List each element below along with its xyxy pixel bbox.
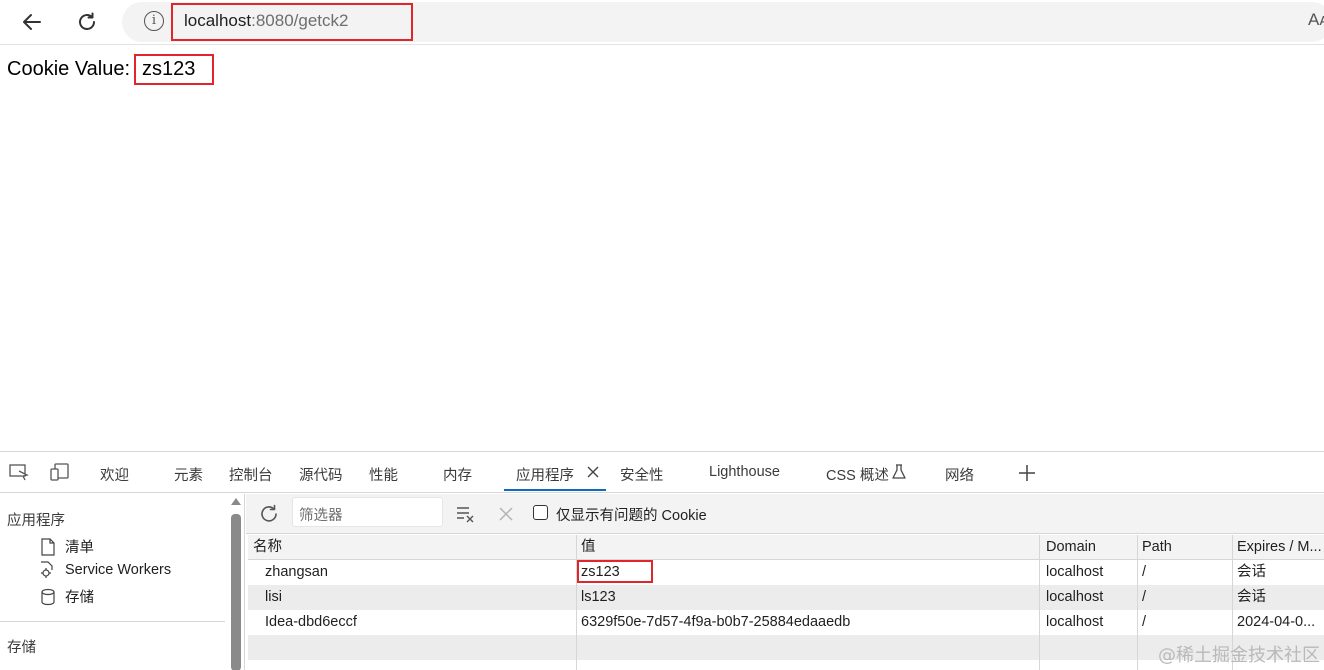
reload-button[interactable] <box>72 7 102 37</box>
reload-icon <box>79 12 95 30</box>
back-button[interactable] <box>17 7 47 37</box>
column-header-value[interactable]: 值 <box>576 535 1039 560</box>
delete-selected-icon[interactable] <box>497 505 515 523</box>
inspect-element-icon[interactable] <box>9 463 29 481</box>
devtools-tabbar: 欢迎 元素 控制台 源代码 性能 内存 应用程序 安全性 Lighthouse … <box>0 452 1324 493</box>
cookie-domain-cell: localhost <box>1046 564 1104 580</box>
cookie-path-cell: / <box>1142 589 1147 605</box>
column-divider[interactable] <box>1039 535 1040 670</box>
plus-icon[interactable] <box>1017 463 1037 483</box>
tab-welcome[interactable]: 欢迎 <box>100 464 129 485</box>
cookie-domain-cell: localhost <box>1046 589 1104 605</box>
sidebar-item-manifest[interactable]: 清单 <box>38 536 94 557</box>
column-header-domain[interactable]: Domain <box>1041 535 1137 560</box>
tab-performance[interactable]: 性能 <box>369 464 398 485</box>
refresh-icon[interactable] <box>258 503 280 525</box>
cookie-value-cell: ls123 <box>581 589 616 605</box>
column-divider[interactable] <box>1137 535 1138 670</box>
cookie-name-cell: zhangsan <box>265 564 328 580</box>
filter-input[interactable]: 筛选器 <box>292 497 443 527</box>
application-sidebar: 应用程序 清单 Service Workers 存储 存储 <box>0 494 245 670</box>
cookie-name-cell: Idea-dbd6eccf <box>265 614 357 630</box>
device-emulation-icon[interactable] <box>50 463 70 481</box>
table-header-row: 名称 值 Domain Path Expires / M... <box>248 535 1324 560</box>
tab-memory[interactable]: 内存 <box>443 464 472 485</box>
database-icon <box>38 588 58 606</box>
tab-network[interactable]: 网络 <box>945 464 974 485</box>
only-issues-label[interactable]: 仅显示有问题的 Cookie <box>556 504 707 525</box>
browser-toolbar: i localhost:8080/getck2 Aᴀ <box>0 0 1324 45</box>
tab-console[interactable]: 控制台 <box>229 464 273 485</box>
cookie-value-highlight-box <box>134 54 214 85</box>
document-icon <box>38 537 58 556</box>
devtools-panel: 欢迎 元素 控制台 源代码 性能 内存 应用程序 安全性 Lighthouse … <box>0 451 1324 670</box>
sidebar-item-storage[interactable]: 存储 <box>38 586 94 607</box>
table-row[interactable]: lisi ls123 localhost / 会话 <box>248 585 1324 610</box>
clear-filtered-icon[interactable] <box>455 503 477 525</box>
cookie-expires-cell: 2024-04-0... <box>1237 614 1316 630</box>
url-highlight-box <box>171 3 413 41</box>
cookie-name-cell: lisi <box>265 589 282 605</box>
experimental-flask-icon <box>892 464 906 479</box>
tab-sources[interactable]: 源代码 <box>299 464 343 485</box>
cookie-expires-cell: 会话 <box>1237 564 1266 580</box>
cookie-path-cell: / <box>1142 614 1147 630</box>
cookie-domain-cell: localhost <box>1046 614 1104 630</box>
only-issues-checkbox[interactable] <box>533 505 548 520</box>
sidebar-heading-application: 应用程序 <box>7 513 65 529</box>
tab-css-overview[interactable]: CSS 概述 <box>826 464 889 485</box>
column-header-path[interactable]: Path <box>1137 535 1232 560</box>
column-divider[interactable] <box>576 535 577 670</box>
site-info-icon[interactable]: i <box>144 11 164 31</box>
read-aloud-icon[interactable]: Aᴀ <box>1308 10 1324 30</box>
sidebar-item-label: 清单 <box>65 540 94 556</box>
watermark: @稀土掘金技术社区 <box>1158 645 1320 666</box>
tab-lighthouse[interactable]: Lighthouse <box>709 464 780 480</box>
sidebar-divider <box>0 621 225 622</box>
value-highlight-box <box>577 560 653 583</box>
table-row[interactable]: Idea-dbd6eccf 6329f50e-7d57-4f9a-b0b7-25… <box>248 610 1324 635</box>
arrow-left-icon <box>23 14 41 30</box>
sidebar-item-label: Service Workers <box>65 562 172 578</box>
tab-application[interactable]: 应用程序 <box>516 464 574 485</box>
tab-security[interactable]: 安全性 <box>620 464 664 485</box>
cookie-value-cell: 6329f50e-7d57-4f9a-b0b7-25884edaaedb <box>581 614 851 630</box>
sidebar-scroll-thumb[interactable] <box>231 514 241 670</box>
service-worker-gear-icon <box>38 561 58 579</box>
table-row[interactable]: zhangsan zs123 localhost / 会话 <box>248 560 1324 585</box>
sidebar-item-service-workers[interactable]: Service Workers <box>38 561 171 579</box>
close-tab-icon[interactable] <box>585 464 601 480</box>
cookie-label: Cookie Value: <box>7 58 131 80</box>
sidebar-heading-storage: 存储 <box>7 640 36 656</box>
column-header-name[interactable]: 名称 <box>248 535 576 560</box>
cookie-expires-cell: 会话 <box>1237 589 1266 605</box>
column-header-expires[interactable]: Expires / M... <box>1232 535 1324 560</box>
active-tab-indicator <box>504 489 606 491</box>
scroll-up-arrow-icon[interactable] <box>231 498 241 505</box>
cookie-path-cell: / <box>1142 564 1147 580</box>
tab-elements[interactable]: 元素 <box>174 464 203 485</box>
sidebar-item-label: 存储 <box>65 590 94 606</box>
